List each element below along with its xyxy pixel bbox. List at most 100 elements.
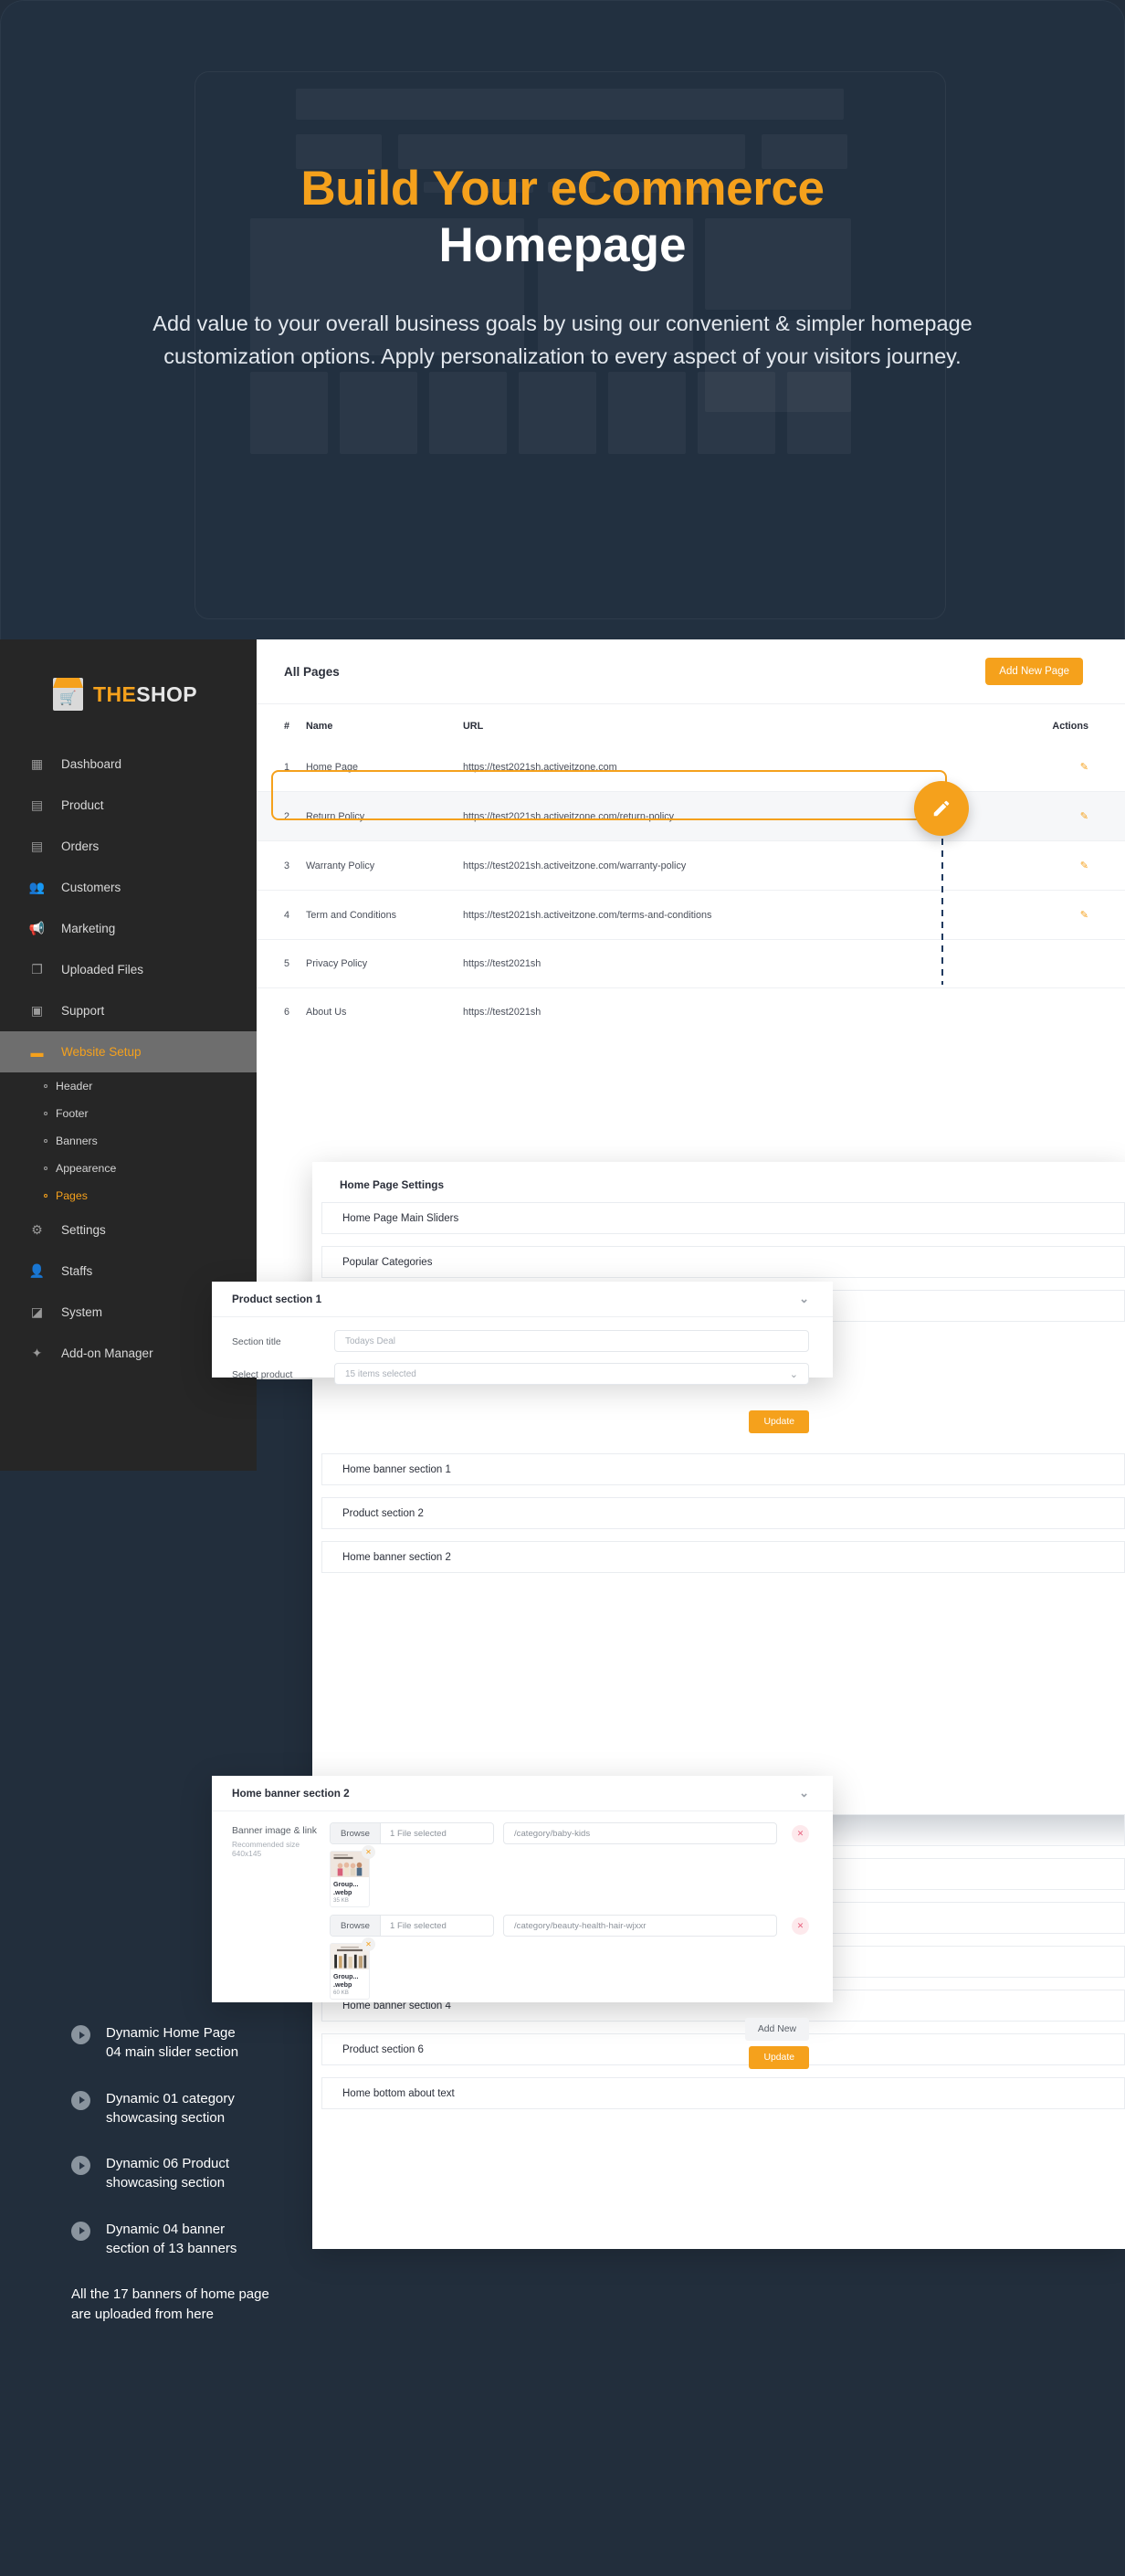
accordion-home-banner-section-2[interactable]: Home banner section 2	[321, 1541, 1125, 1573]
users-icon: 👥	[28, 880, 46, 894]
pencil-icon[interactable]: ✎	[1080, 860, 1088, 871]
browse-button[interactable]: Browse	[331, 1823, 381, 1843]
add-new-page-button[interactable]: Add New Page	[985, 658, 1083, 685]
play-circle-icon	[71, 2025, 90, 2044]
table-row[interactable]: 1 Home Page https://test2021sh.activeitz…	[257, 743, 1125, 792]
card-title: Product section 1	[232, 1293, 322, 1305]
thumb-file-size: 60 KB	[333, 1990, 349, 1996]
box-icon: ▤	[30, 797, 44, 812]
list-icon: ▤	[30, 839, 44, 853]
feature-line-1: Dynamic Home Page	[106, 2025, 236, 2041]
play-circle-icon	[71, 2156, 90, 2176]
feature-note-line-1: All the 17 banners of home page	[71, 2286, 269, 2303]
monitor-icon: ▬	[30, 1044, 44, 1060]
sidebar-item-settings[interactable]: ⚙ Settings	[0, 1209, 257, 1251]
pencil-icon[interactable]: ✎	[1080, 811, 1088, 822]
bullet-icon	[44, 1194, 47, 1198]
sidebar-subitem-footer[interactable]: Footer	[0, 1100, 257, 1127]
system-icon: ◪	[30, 1304, 44, 1319]
list-item: Dynamic 04 banner section of 13 banners	[71, 2220, 373, 2259]
accordion-home-page-main-sliders[interactable]: Home Page Main Sliders	[321, 1202, 1125, 1234]
list-item: Dynamic 01 category showcasing section	[71, 2089, 373, 2128]
home-banner-section-2-card-header[interactable]: Home banner section 2 ⌄	[212, 1776, 833, 1811]
product-section-1-card-header[interactable]: Product section 1 ⌄	[212, 1282, 833, 1317]
page-title: All Pages	[284, 664, 340, 679]
accordion-popular-categories[interactable]: Popular Categories	[321, 1246, 1125, 1278]
grid-icon: ▦	[30, 756, 44, 771]
select-product-value: 15 items selected	[345, 1368, 416, 1379]
thumb-file-name: Group... .webp	[333, 1972, 359, 1989]
edit-page-fab-button[interactable]	[914, 781, 969, 836]
accordion-home-banner-section-1[interactable]: Home banner section 1	[321, 1453, 1125, 1485]
sidebar-item-product[interactable]: ▤ Product	[0, 785, 257, 826]
sidebar-subitem-banners[interactable]: Banners	[0, 1127, 257, 1155]
close-icon[interactable]: ✕	[792, 1916, 809, 1935]
chevron-down-icon[interactable]: ⌄	[799, 1292, 809, 1306]
bullet-icon	[44, 1139, 47, 1143]
section-title-label: Section title	[232, 1337, 281, 1347]
sidebar-item-support[interactable]: ▣ Support	[0, 990, 257, 1031]
banner-upload-row: Browse 1 File selected /category/beauty-…	[330, 1915, 809, 1937]
accordion-label: Product section 2	[342, 1507, 424, 1519]
sidebar-subitem-appearence[interactable]: Appearence	[0, 1155, 257, 1182]
sidebar-subitem-pages[interactable]: Pages	[0, 1182, 257, 1209]
feature-line-1: Dynamic 06 Product	[106, 2156, 230, 2172]
table-header-row: # Name URL Actions	[257, 704, 1125, 743]
cell-index: 4	[257, 890, 299, 940]
sidebar-item-dashboard[interactable]: ▦ Dashboard	[0, 744, 257, 785]
cell-index: 6	[257, 987, 299, 1036]
table-row[interactable]: 6 About Us https://test2021sh	[257, 987, 1125, 1036]
card-title: Home banner section 2	[232, 1787, 350, 1800]
table-row[interactable]: 3 Warranty Policy https://test2021sh.act…	[257, 840, 1125, 891]
update-button[interactable]: Update	[749, 2046, 809, 2069]
megaphone-icon: 📢	[28, 921, 46, 935]
hero-subtitle: Add value to your overall business goals…	[152, 311, 973, 369]
play-circle-icon	[71, 2221, 90, 2241]
chevron-down-icon[interactable]: ⌄	[799, 1786, 809, 1800]
sidebar-subitem-header[interactable]: Header	[0, 1072, 257, 1100]
all-pages-header: All Pages Add New Page	[257, 639, 1125, 704]
pencil-icon[interactable]: ✎	[1080, 762, 1088, 773]
table-row[interactable]: 5 Privacy Policy https://test2021sh	[257, 939, 1125, 988]
sidebar-item-orders[interactable]: ▤ Orders	[0, 826, 257, 867]
sidebar-label: Customers	[61, 881, 121, 894]
table-row[interactable]: 2 Return Policy https://test2021sh.activ…	[257, 791, 1125, 841]
file-browse-control[interactable]: Browse 1 File selected	[330, 1822, 494, 1844]
accordion-product-section-2[interactable]: Product section 2	[321, 1497, 1125, 1529]
sidebar-sublabel: Appearence	[56, 1162, 117, 1175]
close-icon[interactable]: ✕	[792, 1824, 809, 1842]
files-icon: ❐	[31, 962, 43, 977]
sidebar-item-customers[interactable]: 👥 Customers	[0, 867, 257, 908]
browse-button[interactable]: Browse	[331, 1916, 381, 1936]
bullet-icon	[44, 1112, 47, 1115]
sidebar-label: Dashboard	[61, 757, 122, 771]
sidebar-item-website-setup[interactable]: ▬ Website Setup	[0, 1031, 257, 1072]
sidebar-sublabel: Header	[56, 1080, 93, 1093]
banner-link-input[interactable]: /category/baby-kids	[503, 1822, 777, 1844]
accordion-home-bottom-about-text[interactable]: Home bottom about text	[321, 2077, 1125, 2109]
update-button[interactable]: Update	[749, 1410, 809, 1433]
feature-note-line-2: are uploaded from here	[71, 2306, 214, 2322]
feature-line-2: showcasing section	[106, 2109, 226, 2126]
home-page-settings-title: Home Page Settings	[340, 1178, 445, 1191]
pencil-icon[interactable]: ✎	[1080, 910, 1088, 921]
feature-line-2: 04 main slider section	[106, 2044, 239, 2061]
brand-logo-block[interactable]: THESHOP	[0, 639, 257, 711]
feature-line-1: Dynamic 04 banner	[106, 2221, 226, 2237]
banner-link-input[interactable]: /category/beauty-health-hair-wjxxr	[503, 1915, 777, 1937]
sidebar-label: Website Setup	[61, 1045, 142, 1059]
close-icon[interactable]: ✕	[362, 1845, 375, 1859]
shopping-cart-icon	[53, 678, 83, 711]
sidebar-item-uploaded-files[interactable]: ❐ Uploaded Files	[0, 949, 257, 990]
file-browse-control[interactable]: Browse 1 File selected	[330, 1915, 494, 1937]
sidebar-item-marketing[interactable]: 📢 Marketing	[0, 908, 257, 949]
add-new-button[interactable]: Add New	[744, 2018, 809, 2041]
select-product-dropdown[interactable]: 15 items selected ⌄	[334, 1363, 809, 1385]
feature-list: Dynamic Home Page 04 main slider section…	[71, 2023, 373, 2324]
table-row[interactable]: 4 Term and Conditions https://test2021sh…	[257, 890, 1125, 940]
cell-name: Privacy Policy	[299, 939, 456, 988]
cell-index: 5	[257, 939, 299, 988]
close-icon[interactable]: ✕	[362, 1937, 375, 1951]
feature-note: All the 17 banners of home page are uplo…	[71, 2285, 373, 2324]
section-title-input[interactable]: Todays Deal	[334, 1330, 809, 1352]
